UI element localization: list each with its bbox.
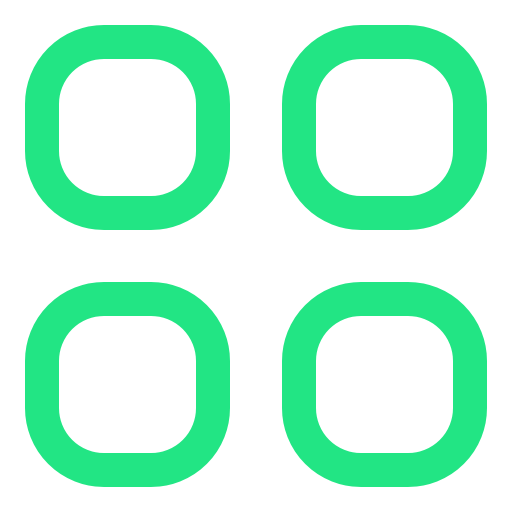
grid-tile-top-right-icon (282, 25, 487, 230)
grid-tile-bottom-left-icon (25, 282, 230, 487)
grid-tile-bottom-right-icon (282, 282, 487, 487)
app-grid-icon (0, 0, 512, 512)
app-grid-svg (25, 25, 487, 487)
grid-tile-top-left-icon (25, 25, 230, 230)
